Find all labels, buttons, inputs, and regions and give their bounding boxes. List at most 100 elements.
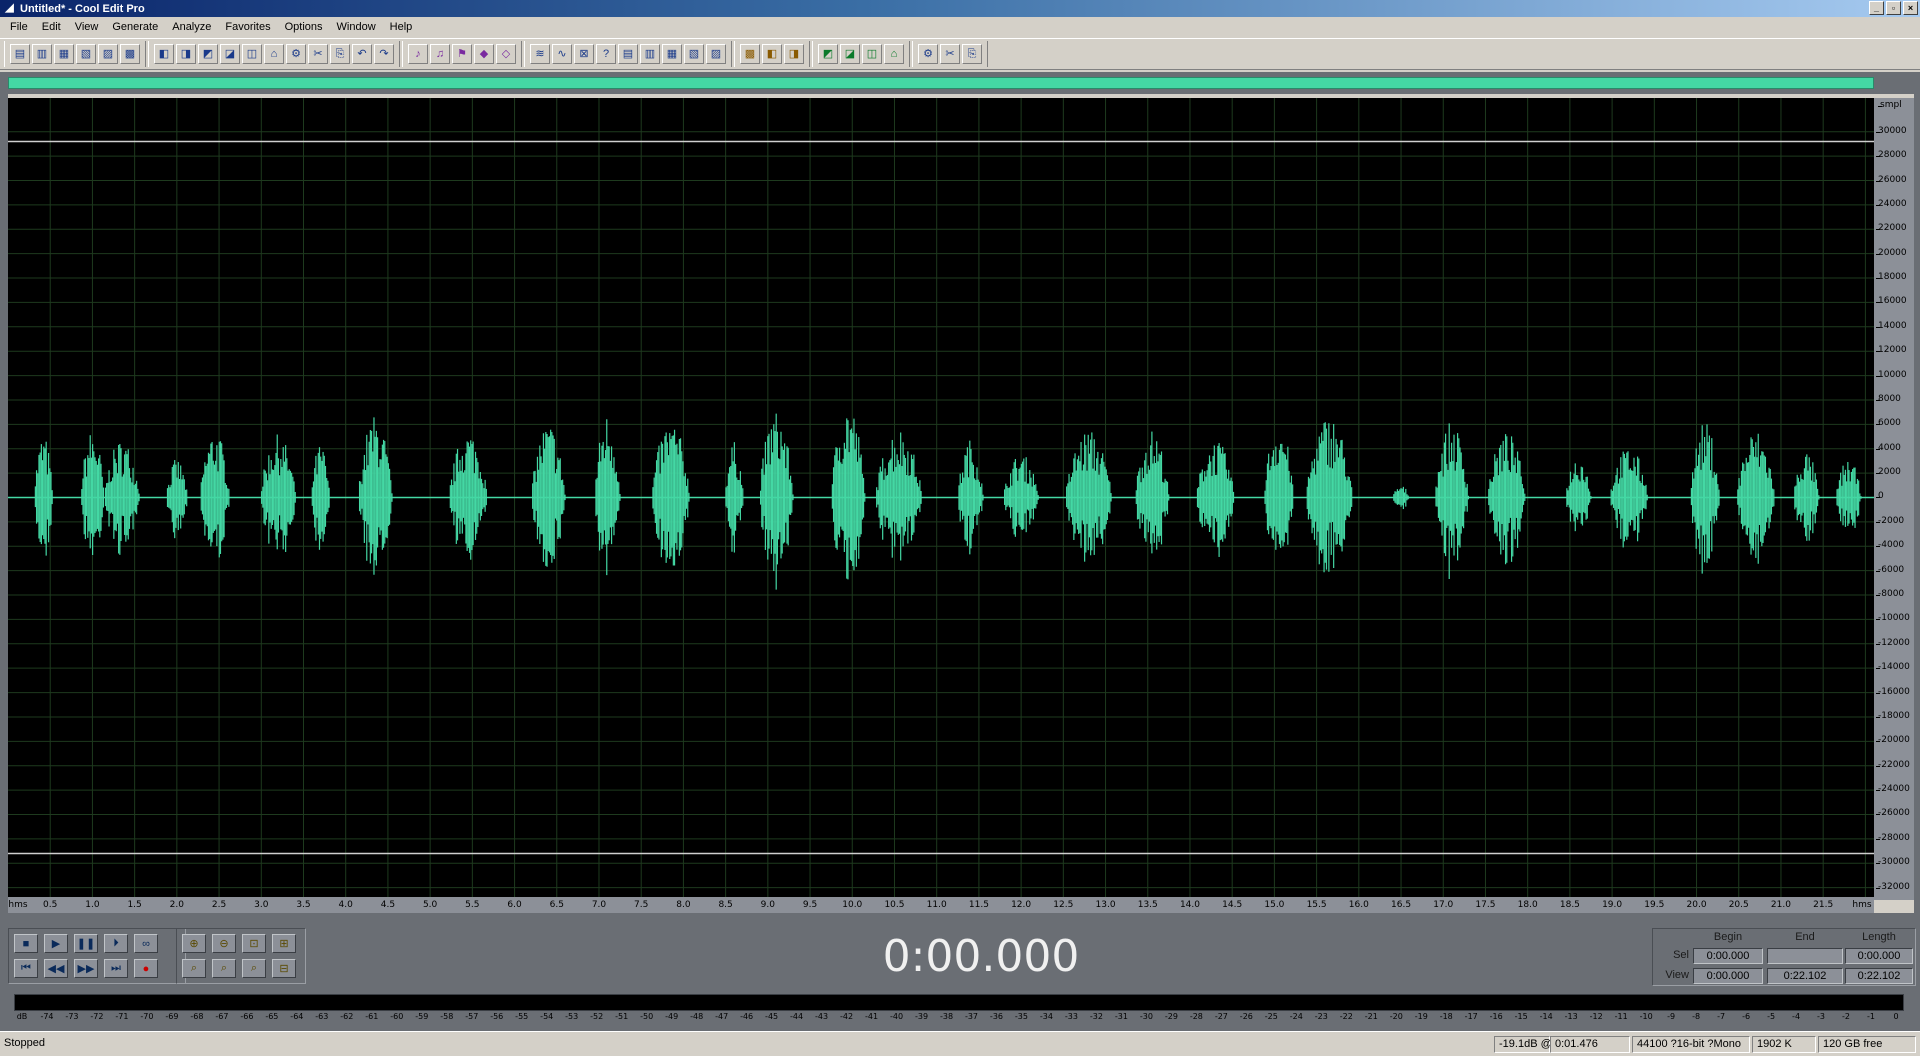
close-button[interactable]: ×	[1903, 1, 1918, 15]
filter-icon[interactable]: ◫	[862, 44, 882, 64]
zoom-full-icon[interactable]: ⊡	[242, 934, 266, 953]
meter-tick-label: -22	[1339, 1012, 1353, 1021]
amplitude-tick-label: 8000	[1876, 393, 1901, 404]
spectrum-icon[interactable]: ▧	[684, 44, 704, 64]
open-icon[interactable]: ▦	[54, 44, 74, 64]
new-file-icon[interactable]: ⎘	[330, 44, 350, 64]
settings-icon[interactable]: ↷	[374, 44, 394, 64]
zoom-in-icon[interactable]: ⊕	[182, 934, 206, 953]
redo-icon[interactable]: ◨	[176, 44, 196, 64]
cut-icon[interactable]: ⌂	[264, 44, 284, 64]
fullscreen-icon[interactable]: ⎘	[962, 44, 982, 64]
waveform-display[interactable]	[8, 98, 1874, 897]
mix-paste-icon[interactable]: ✂	[308, 44, 328, 64]
loop-icon[interactable]: ∞	[134, 934, 158, 953]
repeat-icon[interactable]: ◩	[198, 44, 218, 64]
amplitude-tick-label: 20000	[1876, 247, 1907, 258]
zoom-left-icon[interactable]: ⌕	[212, 959, 236, 978]
sel-begin-field[interactable]: 0:00.000	[1693, 948, 1763, 964]
noise-icon[interactable]: ⊠	[574, 44, 594, 64]
meter-tick-label: -16	[1489, 1012, 1503, 1021]
meter-tick-label: -13	[1564, 1012, 1578, 1021]
menu-file[interactable]: File	[3, 21, 35, 33]
convert-icon[interactable]: ▥	[640, 44, 660, 64]
scripts-icon[interactable]: ◧	[762, 44, 782, 64]
insert-icon[interactable]: ↶	[352, 44, 372, 64]
time-ruler[interactable]: hms 0.5 1.0 1.5 2.0 2.5 3.0 3.5 4.0 4.5 5.0 5.5 6.0 6…	[8, 897, 1874, 913]
pause-icon[interactable]: ❚❚	[74, 934, 98, 953]
time-tick-label: 13.5	[1137, 900, 1158, 910]
markers-icon[interactable]: ▤	[618, 44, 638, 64]
waveform-view-icon[interactable]: ▥	[32, 44, 52, 64]
minimize-button[interactable]: _	[1869, 1, 1884, 15]
amplitude-tick-label: -26000	[1876, 808, 1910, 819]
sel-length-field[interactable]: 0:00.000	[1845, 948, 1913, 964]
pitch-icon[interactable]: ⚙	[918, 44, 938, 64]
undo-icon[interactable]: ◧	[154, 44, 174, 64]
menu-edit[interactable]: Edit	[35, 21, 68, 33]
analysis-icon[interactable]: ◩	[818, 44, 838, 64]
trim-icon[interactable]: ⚙	[286, 44, 306, 64]
waveform-svg[interactable]	[8, 98, 1874, 897]
amplify-icon[interactable]: ♪	[408, 44, 428, 64]
menu-favorites[interactable]: Favorites	[218, 21, 277, 33]
meter-tick-label: -2	[1842, 1012, 1851, 1021]
meter-tick-label: -9	[1667, 1012, 1676, 1021]
sel-end-field[interactable]	[1767, 948, 1843, 964]
length-header: Length	[1862, 931, 1896, 943]
copy-icon[interactable]: ◪	[220, 44, 240, 64]
sel-label: Sel	[1673, 949, 1689, 961]
rewind-icon[interactable]: ◀◀	[44, 959, 68, 978]
menu-analyze[interactable]: Analyze	[165, 21, 218, 33]
envelope-icon[interactable]: ♫	[430, 44, 450, 64]
maximize-button[interactable]: ▫	[1886, 1, 1901, 15]
waveform-burst	[311, 447, 330, 550]
meter-tick-label: -70	[140, 1012, 154, 1021]
record-button-icon[interactable]: ●	[134, 959, 158, 978]
play-icon[interactable]: ▶	[44, 934, 68, 953]
zoom-out-icon[interactable]: ⊖	[212, 934, 236, 953]
amplitude-tick-label: -16000	[1876, 686, 1910, 697]
menu-view[interactable]: View	[68, 21, 106, 33]
play-to-end-icon[interactable]: ⏵	[104, 934, 128, 953]
record-icon[interactable]: ▨	[98, 44, 118, 64]
menu-window[interactable]: Window	[330, 21, 383, 33]
menu-help[interactable]: Help	[383, 21, 420, 33]
go-to-end-icon[interactable]: ⏭	[104, 959, 128, 978]
zoom-in-right-icon[interactable]: ⊞	[272, 934, 296, 953]
menu-generate[interactable]: Generate	[105, 21, 165, 33]
help-icon[interactable]: ◨	[784, 44, 804, 64]
zoom-selection-icon[interactable]: ⌕	[182, 959, 206, 978]
sample-type-icon[interactable]: ▨	[706, 44, 726, 64]
frequency-icon[interactable]: ▦	[662, 44, 682, 64]
statistics-icon[interactable]: ◪	[840, 44, 860, 64]
amplitude-tick-label: -14000	[1876, 662, 1910, 673]
play-list-icon[interactable]: ?	[596, 44, 616, 64]
cd-icon[interactable]: ▩	[740, 44, 760, 64]
level-meter-scale: dB -74 -73 -72 -71 -70 -69 -68 -67 -66 -65 -64 -63 -6…	[14, 1011, 1904, 1025]
delay-icon[interactable]: ⌂	[884, 44, 904, 64]
view-begin-field[interactable]: 0:00.000	[1693, 968, 1763, 984]
properties-icon[interactable]: ▩	[120, 44, 140, 64]
zoom-right-icon[interactable]: ⌕	[242, 959, 266, 978]
save-icon[interactable]: ▧	[76, 44, 96, 64]
zoom-out-full-icon[interactable]: ⊟	[272, 959, 296, 978]
view-length-field[interactable]: 0:22.102	[1845, 968, 1913, 984]
stretch-icon[interactable]: ✂	[940, 44, 960, 64]
reverb-icon[interactable]: ◆	[474, 44, 494, 64]
go-to-start-icon[interactable]: ⏮	[14, 959, 38, 978]
stereo-icon[interactable]: ∿	[552, 44, 572, 64]
paste-icon[interactable]: ◫	[242, 44, 262, 64]
waveform-burst	[261, 434, 296, 552]
echo-icon[interactable]: ◇	[496, 44, 516, 64]
multitrack-icon[interactable]: ▤	[10, 44, 30, 64]
meter-tick-label: -49	[665, 1012, 679, 1021]
mono-icon[interactable]: ≋	[530, 44, 550, 64]
stop-icon[interactable]: ■	[14, 934, 38, 953]
fast-forward-icon[interactable]: ▶▶	[74, 959, 98, 978]
meter-tick-label: -30	[1139, 1012, 1153, 1021]
menu-options[interactable]: Options	[278, 21, 330, 33]
view-end-field[interactable]: 0:22.102	[1767, 968, 1843, 984]
equalizer-icon[interactable]: ⚑	[452, 44, 472, 64]
view-range-bar[interactable]	[8, 77, 1874, 89]
